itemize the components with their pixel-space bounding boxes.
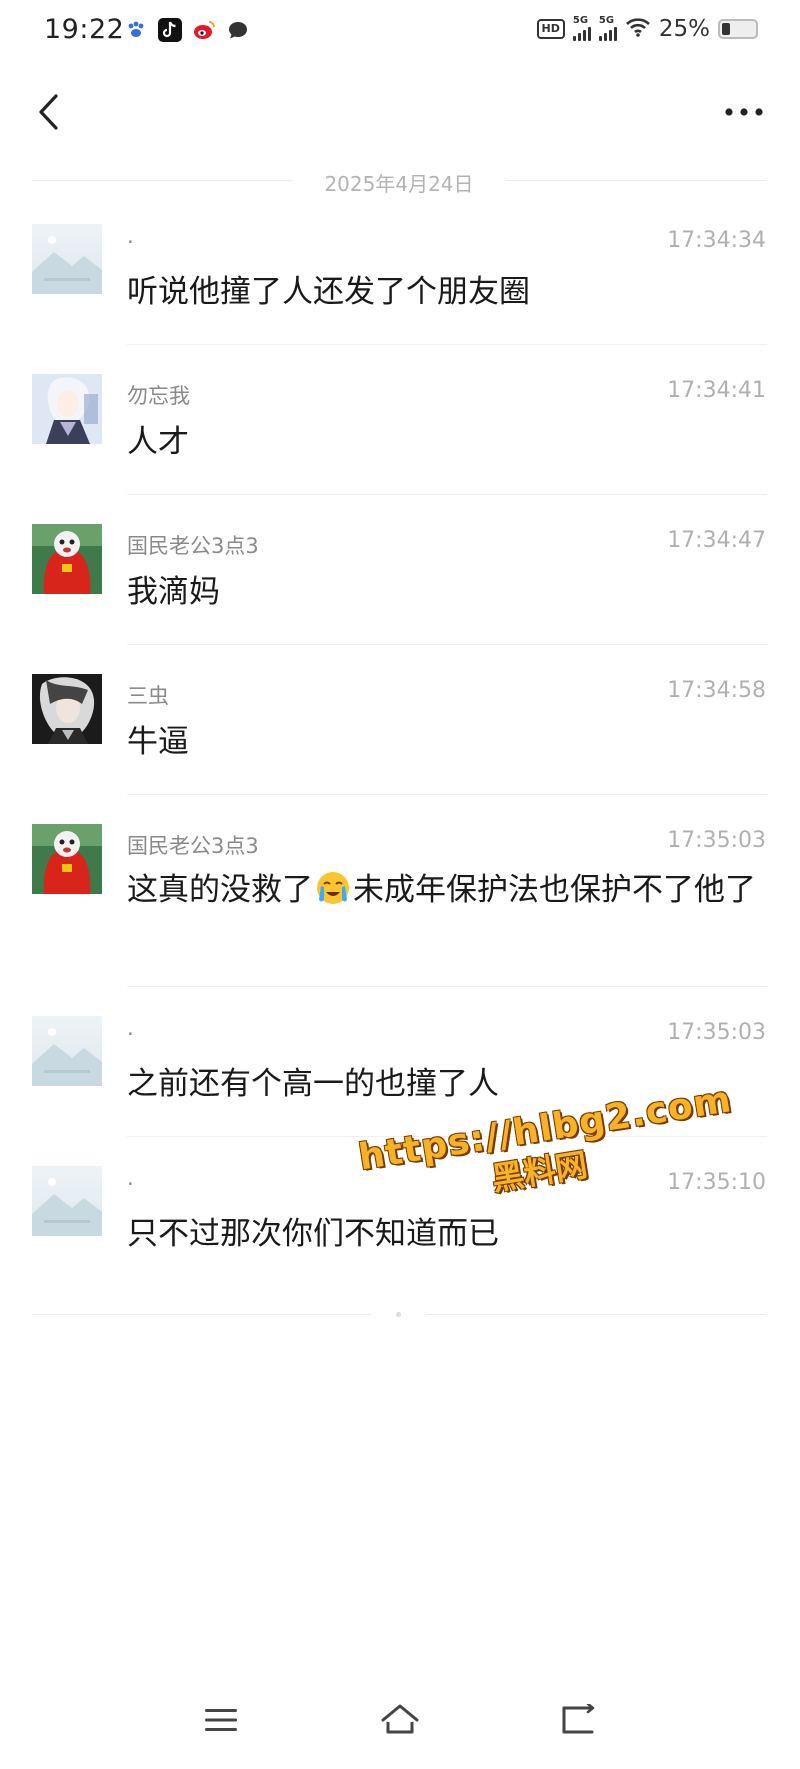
status-time: 19:22 bbox=[44, 14, 125, 45]
signal-icon: 5G bbox=[572, 15, 591, 41]
status-indicators: HD 5G 5G 25% bbox=[536, 15, 758, 42]
message-text: 我滴妈 bbox=[127, 574, 220, 610]
message-time: 17:35:10 bbox=[667, 1170, 766, 1195]
system-nav-bar bbox=[0, 1690, 800, 1750]
message-divider bbox=[127, 794, 767, 795]
back-button[interactable] bbox=[24, 86, 72, 138]
signal-label: 5G bbox=[572, 15, 589, 26]
chat-header bbox=[0, 72, 800, 152]
message-time: 17:35:03 bbox=[667, 1020, 766, 1045]
message-text: 人才 bbox=[127, 424, 189, 460]
sender-name: 国民老公3点3 bbox=[127, 834, 259, 858]
status-app-icons bbox=[124, 18, 250, 42]
message-time: 17:34:41 bbox=[667, 378, 766, 403]
date-divider: 2025年4月24日 bbox=[32, 164, 766, 196]
sender-name: · bbox=[127, 230, 134, 254]
hd-badge: HD bbox=[536, 19, 565, 39]
message-time: 17:34:58 bbox=[667, 678, 766, 703]
message-text: 只不过那次你们不知道而已 bbox=[127, 1216, 499, 1252]
menu-icon bbox=[205, 1709, 237, 1731]
crying-face-emoji-icon bbox=[317, 872, 349, 904]
message-divider bbox=[127, 986, 767, 987]
message-time: 17:34:47 bbox=[667, 528, 766, 553]
chevron-left-icon bbox=[39, 94, 58, 130]
system-back-button[interactable] bbox=[553, 1698, 603, 1742]
avatar[interactable] bbox=[32, 1166, 102, 1236]
avatar[interactable] bbox=[32, 374, 102, 444]
signal-label: 5G bbox=[598, 15, 615, 26]
message-text: 牛逼 bbox=[127, 724, 189, 760]
status-bar: 19:22 HD 5G 5G 25% bbox=[0, 0, 800, 64]
avatar[interactable] bbox=[32, 524, 102, 594]
message-text-part: 未成年保护法也保护不了他了 bbox=[353, 872, 756, 908]
message-text: 听说他撞了人还发了个朋友圈 bbox=[127, 274, 530, 310]
avatar[interactable] bbox=[32, 224, 102, 294]
home-button[interactable] bbox=[375, 1698, 425, 1742]
message-text-part: 这真的没救了 bbox=[127, 872, 313, 908]
battery-percent: 25% bbox=[658, 16, 710, 42]
sender-name: 三虫 bbox=[127, 684, 169, 708]
avatar[interactable] bbox=[32, 674, 102, 744]
message-text: 这真的没救了 未成年保护法也保护不了他了 bbox=[127, 868, 767, 912]
end-of-history-divider bbox=[32, 1310, 766, 1320]
message-time: 17:34:34 bbox=[667, 228, 766, 253]
sender-name: 国民老公3点3 bbox=[127, 534, 259, 558]
battery-icon bbox=[718, 19, 758, 39]
more-button[interactable] bbox=[714, 90, 774, 134]
paw-icon bbox=[124, 18, 148, 42]
date-label: 2025年4月24日 bbox=[324, 172, 474, 196]
weibo-icon bbox=[192, 18, 216, 42]
sender-name: 勿忘我 bbox=[127, 384, 190, 408]
tiktok-icon bbox=[158, 18, 182, 42]
message-time: 17:35:03 bbox=[667, 828, 766, 853]
back-icon bbox=[562, 1704, 595, 1734]
menu-button[interactable] bbox=[196, 1698, 246, 1742]
more-horizontal-icon bbox=[725, 108, 763, 116]
chat-icon bbox=[226, 18, 250, 42]
sender-name: · bbox=[127, 1022, 134, 1046]
wifi-icon bbox=[625, 16, 651, 42]
signal-icon: 5G bbox=[598, 15, 617, 41]
message-divider bbox=[127, 344, 767, 345]
home-icon bbox=[381, 1704, 419, 1734]
avatar[interactable] bbox=[32, 1016, 102, 1086]
sender-name: · bbox=[127, 1172, 134, 1196]
message-divider bbox=[127, 644, 767, 645]
avatar[interactable] bbox=[32, 824, 102, 894]
message-divider bbox=[127, 494, 767, 495]
